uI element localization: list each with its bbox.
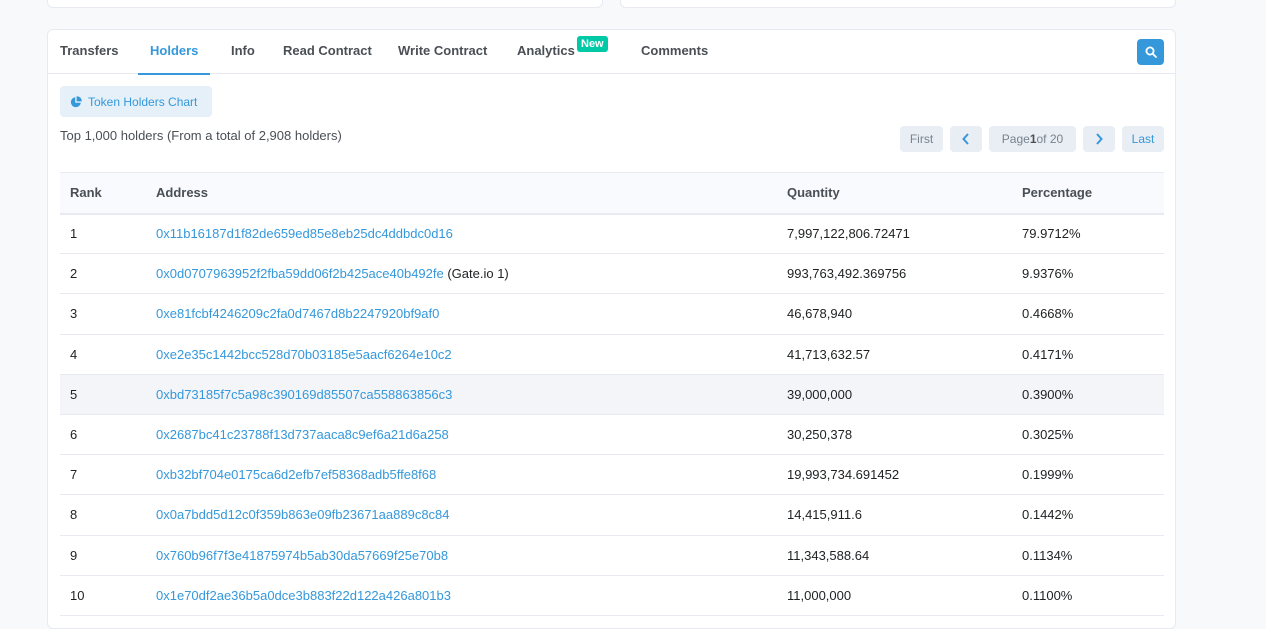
tab-transfers[interactable]: Transfers	[60, 30, 119, 74]
token-holders-chart-button[interactable]: Token Holders Chart	[60, 86, 212, 117]
table-row: 3 0xe81fcbf4246209c2fa0d7467d8b2247920bf9…	[60, 294, 1164, 335]
holder-address-link[interactable]: 0x11b16187d1f82de659ed85e8eb25dc4ddbdc0d…	[156, 226, 453, 241]
table-row: 7 0xb32bf704e0175ca6d2efb7ef58368adb5ffe8…	[60, 455, 1164, 495]
tab-write-contract[interactable]: Write Contract	[398, 30, 487, 74]
last-page-button[interactable]: Last	[1122, 126, 1164, 152]
page-suffix: of 20	[1036, 132, 1064, 146]
quantity-cell: 11,000,000	[787, 587, 852, 603]
quantity-cell: 46,678,940	[787, 306, 853, 322]
percentage-cell: 0.4668%	[1022, 306, 1074, 322]
holder-address-link[interactable]: 0x0d0707963952f2fba59dd06f2b425ace40b492…	[156, 266, 444, 281]
holders-table-body: 1 0x11b16187d1f82de659ed85e8eb25dc4ddbdc0…	[60, 214, 1164, 616]
percentage-cell: 0.1442%	[1022, 507, 1074, 523]
table-row: 4 0xe2e35c1442bcc528d70b03185e5aacf6264e1…	[60, 334, 1164, 375]
address-cell: 0x2687bc41c23788f13d737aaca8c9ef6a21d6a2…	[156, 414, 787, 454]
search-icon	[1145, 46, 1157, 58]
rank-cell: 1	[70, 226, 78, 242]
search-button[interactable]	[1137, 39, 1164, 65]
address-cell: 0x0d0707963952f2fba59dd06f2b425ace40b492…	[156, 254, 787, 294]
table-row: 8 0x0a7bdd5d12c0f359b863e09fb23671aa889c8…	[60, 495, 1164, 535]
header-address: Address	[156, 185, 209, 201]
address-cell: 0x760b96f7f3e41875974b5ab30da57669f25e70…	[156, 535, 787, 575]
percentage-cell: 0.1999%	[1022, 467, 1074, 483]
tab-read-contract[interactable]: Read Contract	[283, 30, 372, 74]
rank-cell: 10	[70, 587, 85, 603]
address-cell: 0xe81fcbf4246209c2fa0d7467d8b2247920bf9a…	[156, 294, 787, 334]
header-rank: Rank	[70, 185, 102, 201]
rank-cell: 4	[70, 346, 78, 362]
holders-card: Transfers Holders Info Read Contract Wri…	[47, 29, 1176, 629]
quantity-cell: 11,343,588.64	[787, 547, 870, 563]
tab-comments[interactable]: Comments	[641, 30, 708, 74]
rank-cell: 2	[70, 266, 78, 282]
address-tag: (Gate.io 1)	[443, 266, 509, 282]
table-row: 5 0xbd73185f7c5a98c390169d85507ca55886385…	[60, 374, 1164, 415]
chart-button-label: Token Holders Chart	[88, 94, 198, 109]
rank-cell: 8	[70, 507, 78, 523]
holders-summary: Top 1,000 holders (From a total of 2,908…	[60, 128, 342, 143]
tab-bar: Transfers Holders Info Read Contract Wri…	[48, 30, 1175, 75]
holder-address-link[interactable]: 0x2687bc41c23788f13d737aaca8c9ef6a21d6a2…	[156, 427, 449, 442]
table-row: 1 0x11b16187d1f82de659ed85e8eb25dc4ddbdc0…	[60, 214, 1164, 254]
tab-holders[interactable]: Holders	[137, 30, 211, 75]
table-row: 10 0x1e70df2ae36b5a0dce3b883f22d122a426a8…	[60, 575, 1164, 616]
table-row: 6 0x2687bc41c23788f13d737aaca8c9ef6a21d6a…	[60, 414, 1164, 455]
percentage-cell: 0.4171%	[1022, 346, 1074, 362]
prev-page-button[interactable]	[950, 126, 982, 152]
holders-table: Rank Address Quantity Percentage 1 0x11b1…	[60, 172, 1164, 616]
rank-cell: 7	[70, 467, 78, 483]
next-page-button[interactable]	[1083, 126, 1115, 152]
rank-cell: 6	[70, 427, 78, 443]
quantity-cell: 30,250,378	[787, 427, 853, 443]
chevron-right-icon	[1096, 133, 1103, 145]
new-badge: New	[577, 36, 608, 52]
top-left-card	[47, 0, 603, 8]
first-page-button[interactable]: First	[900, 126, 943, 152]
quantity-cell: 14,415,911.6	[787, 507, 862, 523]
percentage-cell: 0.3025%	[1022, 427, 1074, 443]
quantity-cell: 39,000,000	[787, 386, 853, 402]
holder-address-link[interactable]: 0xe2e35c1442bcc528d70b03185e5aacf6264e10…	[156, 347, 452, 362]
header-quantity: Quantity	[787, 185, 840, 201]
header-percentage: Percentage	[1022, 185, 1093, 201]
rank-cell: 5	[70, 386, 78, 402]
page-indicator: Page 1 of 20	[989, 126, 1076, 152]
rank-cell: 3	[70, 306, 78, 322]
rank-cell: 9	[70, 547, 78, 563]
pie-chart-icon	[70, 95, 82, 107]
holder-address-link[interactable]: 0xbd73185f7c5a98c390169d85507ca558863856…	[156, 387, 452, 402]
chevron-left-icon	[962, 133, 969, 145]
address-cell: 0x11b16187d1f82de659ed85e8eb25dc4ddbdc0d…	[156, 214, 787, 254]
address-cell: 0x1e70df2ae36b5a0dce3b883f22d122a426a801…	[156, 575, 787, 615]
holder-address-link[interactable]: 0x0a7bdd5d12c0f359b863e09fb23671aa889c8c…	[156, 507, 450, 522]
table-row: 9 0x760b96f7f3e41875974b5ab30da57669f25e7…	[60, 535, 1164, 576]
holder-address-link[interactable]: 0x1e70df2ae36b5a0dce3b883f22d122a426a801…	[156, 588, 451, 603]
percentage-cell: 9.9376%	[1022, 266, 1074, 282]
holder-address-link[interactable]: 0x760b96f7f3e41875974b5ab30da57669f25e70…	[156, 548, 448, 563]
address-cell: 0xbd73185f7c5a98c390169d85507ca558863856…	[156, 374, 787, 414]
table-header-row: Rank Address Quantity Percentage	[60, 172, 1164, 214]
address-cell: 0xb32bf704e0175ca6d2efb7ef58368adb5ffe8f…	[156, 455, 787, 495]
quantity-cell: 19,993,734.691452	[787, 467, 900, 483]
percentage-cell: 79.9712%	[1022, 226, 1081, 242]
page-prefix: Page	[1001, 132, 1030, 146]
holder-address-link[interactable]: 0xe81fcbf4246209c2fa0d7467d8b2247920bf9a…	[156, 306, 439, 321]
percentage-cell: 0.1100%	[1022, 587, 1073, 603]
quantity-cell: 7,997,122,806.72471	[787, 226, 910, 242]
percentage-cell: 0.1134%	[1022, 547, 1073, 563]
address-cell: 0xe2e35c1442bcc528d70b03185e5aacf6264e10…	[156, 334, 787, 374]
top-right-card	[620, 0, 1176, 8]
percentage-cell: 0.3900%	[1022, 386, 1074, 402]
quantity-cell: 41,713,632.57	[787, 346, 871, 362]
quantity-cell: 993,763,492.369756	[787, 266, 907, 282]
holder-address-link[interactable]: 0xb32bf704e0175ca6d2efb7ef58368adb5ffe8f…	[156, 467, 436, 482]
current-page: 1	[1029, 132, 1037, 146]
table-row: 2 0x0d0707963952f2fba59dd06f2b425ace40b49…	[60, 254, 1164, 294]
address-cell: 0x0a7bdd5d12c0f359b863e09fb23671aa889c8c…	[156, 495, 787, 535]
tab-analytics[interactable]: Analytics	[517, 30, 575, 74]
tab-info[interactable]: Info	[231, 30, 255, 74]
